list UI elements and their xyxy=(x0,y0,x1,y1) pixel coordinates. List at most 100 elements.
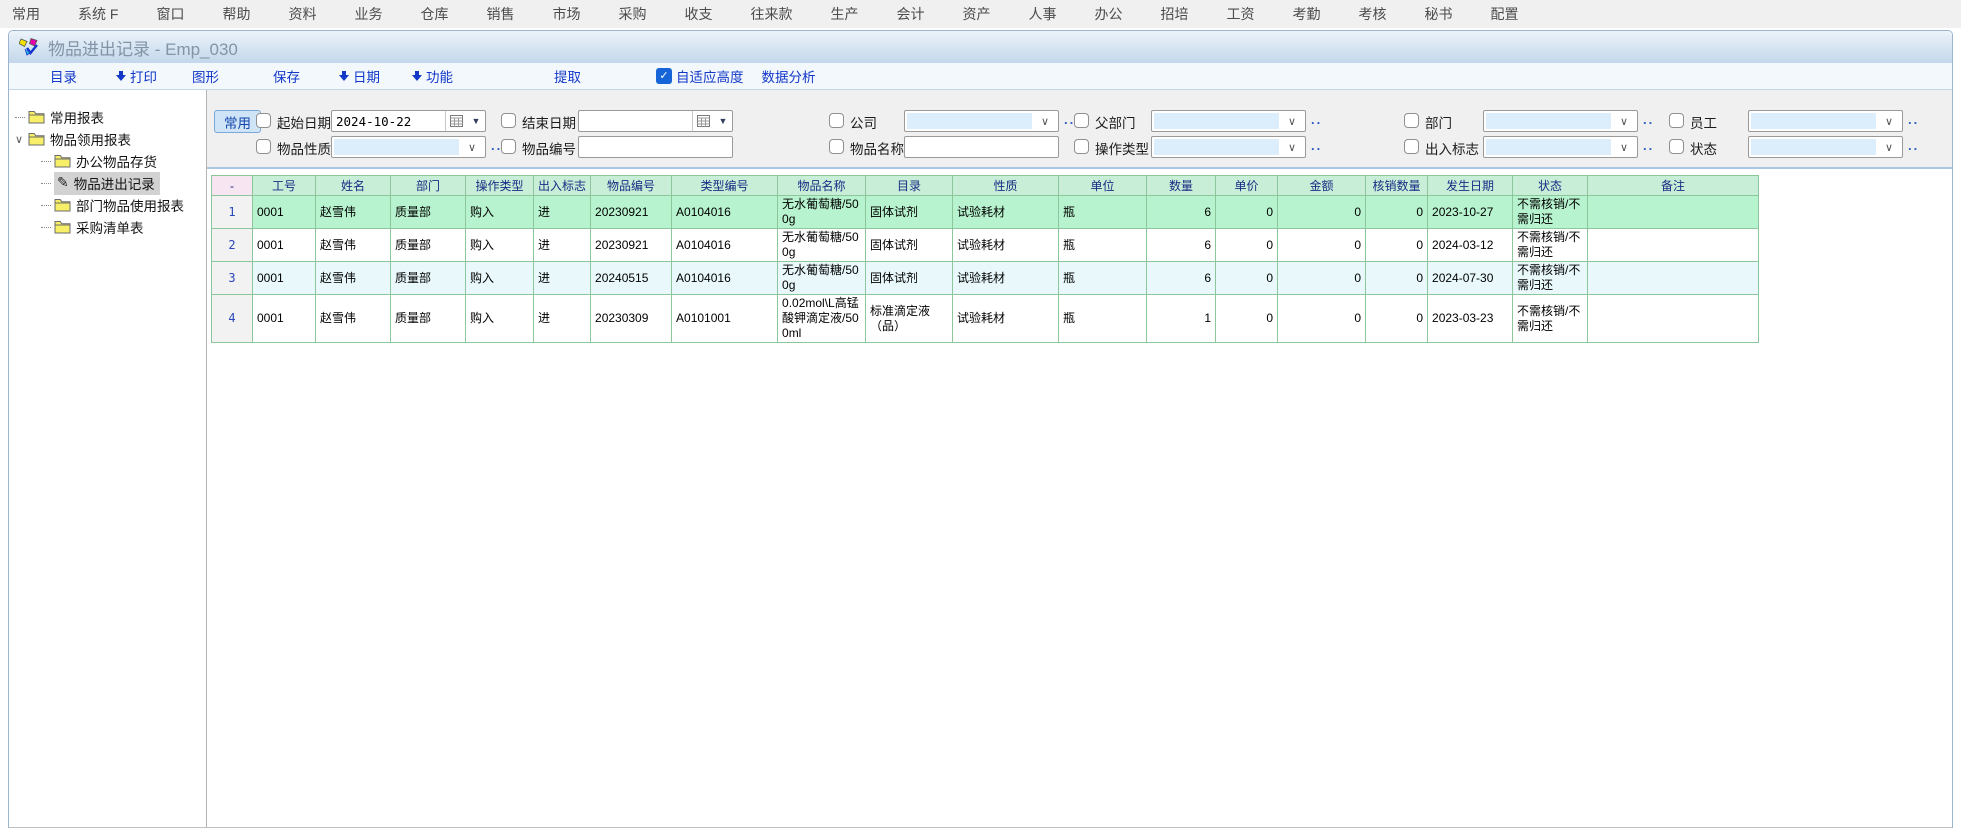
filter-checkbox-operation-type[interactable] xyxy=(1074,139,1089,154)
filter-operation-type-select[interactable]: ∨ xyxy=(1151,136,1306,158)
filter-item-name-text[interactable] xyxy=(905,137,1058,157)
chevron-down-icon[interactable]: ∨ xyxy=(1611,111,1637,131)
table-cell[interactable]: 试验耗材 xyxy=(953,262,1059,295)
table-cell[interactable]: 20230921 xyxy=(591,229,672,262)
toolbar-save-button[interactable]: 保存 xyxy=(273,66,300,86)
tree-item-1[interactable]: ∨物品领用报表 xyxy=(9,128,206,150)
filter-end-date-text[interactable] xyxy=(579,111,692,131)
menu-item-18[interactable]: 工资 xyxy=(1226,4,1254,24)
column-header-15[interactable]: 核销数量 xyxy=(1366,176,1428,196)
table-cell[interactable]: 0 xyxy=(1278,295,1366,343)
row-number-cell[interactable]: 2 xyxy=(212,229,253,262)
filter-item-code-text[interactable] xyxy=(579,137,732,157)
table-cell[interactable] xyxy=(1588,262,1759,295)
table-cell[interactable]: 购入 xyxy=(466,262,534,295)
table-cell[interactable]: 购入 xyxy=(466,196,534,229)
tree-item-3[interactable]: ✎物品进出记录 xyxy=(9,172,206,194)
table-cell[interactable] xyxy=(1588,295,1759,343)
toolbar-print-button[interactable]: 打印 xyxy=(115,66,157,86)
filter-checkbox-item-code[interactable] xyxy=(501,139,516,154)
tree-item-0[interactable]: 常用报表 xyxy=(9,106,206,128)
table-cell[interactable]: 2023-03-23 xyxy=(1428,295,1513,343)
table-cell[interactable]: 0 xyxy=(1366,295,1428,343)
filter-item-name-input[interactable] xyxy=(904,136,1059,158)
table-cell[interactable]: 0 xyxy=(1278,229,1366,262)
table-cell[interactable]: 不需核销/不需归还 xyxy=(1513,229,1588,262)
table-cell[interactable]: 0001 xyxy=(253,196,316,229)
table-cell[interactable]: 试验耗材 xyxy=(953,196,1059,229)
table-cell[interactable]: 无水葡萄糖/500g xyxy=(778,196,866,229)
table-cell[interactable]: 2024-03-12 xyxy=(1428,229,1513,262)
table-cell[interactable]: A0101001 xyxy=(672,295,778,343)
tree-item-selected[interactable]: ✎物品进出记录 xyxy=(54,172,160,195)
table-cell[interactable]: 质量部 xyxy=(391,196,466,229)
table-cell[interactable]: 试验耗材 xyxy=(953,229,1059,262)
table-cell[interactable]: 质量部 xyxy=(391,229,466,262)
column-header-10[interactable]: 性质 xyxy=(953,176,1059,196)
menu-item-11[interactable]: 往来款 xyxy=(750,4,792,24)
column-header-11[interactable]: 单位 xyxy=(1059,176,1147,196)
filter-start-date-text[interactable] xyxy=(332,111,445,131)
table-cell[interactable]: 进 xyxy=(534,295,591,343)
table-cell[interactable]: 固体试剂 xyxy=(866,196,953,229)
common-button[interactable]: 常用 xyxy=(214,110,261,133)
table-cell[interactable]: A0104016 xyxy=(672,262,778,295)
menu-item-14[interactable]: 资产 xyxy=(962,4,990,24)
chevron-down-icon[interactable]: ∨ xyxy=(459,137,485,157)
tree-item-5[interactable]: 采购清单表 xyxy=(9,216,206,238)
toolbar-catalog-button[interactable]: 目录 xyxy=(50,66,77,86)
table-cell[interactable]: 瓶 xyxy=(1059,262,1147,295)
table-cell[interactable]: 0001 xyxy=(253,262,316,295)
column-header-7[interactable]: 类型编号 xyxy=(672,176,778,196)
table-cell[interactable]: 质量部 xyxy=(391,295,466,343)
table-cell[interactable]: 无水葡萄糖/500g xyxy=(778,262,866,295)
table-cell[interactable]: 标准滴定液（品） xyxy=(866,295,953,343)
toolbar-function-button[interactable]: 功能 xyxy=(411,66,453,86)
table-cell[interactable]: 0 xyxy=(1216,196,1278,229)
calendar-icon[interactable] xyxy=(445,111,467,131)
filter-start-date-input[interactable]: ▼ xyxy=(331,110,486,132)
menu-item-12[interactable]: 生产 xyxy=(830,4,858,24)
table-cell[interactable]: A0104016 xyxy=(672,229,778,262)
table-cell[interactable]: 不需核销/不需归还 xyxy=(1513,196,1588,229)
filter-item-nature-select[interactable]: ∨ xyxy=(331,136,486,158)
table-cell[interactable]: 0 xyxy=(1216,229,1278,262)
table-cell[interactable]: 1 xyxy=(1147,295,1216,343)
row-number-cell[interactable]: 3 xyxy=(212,262,253,295)
table-cell[interactable]: 试验耗材 xyxy=(953,295,1059,343)
table-cell[interactable]: 0001 xyxy=(253,229,316,262)
chevron-down-icon[interactable]: ∨ xyxy=(15,133,28,146)
chevron-down-icon[interactable]: ∨ xyxy=(1611,137,1637,157)
table-cell[interactable]: 赵雪伟 xyxy=(316,295,391,343)
table-cell[interactable]: 不需核销/不需归还 xyxy=(1513,295,1588,343)
table-cell[interactable]: 0 xyxy=(1366,262,1428,295)
table-cell[interactable]: 进 xyxy=(534,262,591,295)
calendar-icon[interactable] xyxy=(692,111,714,131)
chevron-down-icon[interactable]: ∨ xyxy=(1279,111,1305,131)
chevron-down-icon[interactable]: ∨ xyxy=(1876,137,1902,157)
table-cell[interactable]: 0 xyxy=(1278,262,1366,295)
filter-employee-select[interactable]: ∨ xyxy=(1748,110,1903,132)
chevron-down-icon[interactable]: ∨ xyxy=(1876,111,1902,131)
table-cell[interactable]: 赵雪伟 xyxy=(316,229,391,262)
column-header-8[interactable]: 物品名称 xyxy=(778,176,866,196)
table-cell[interactable]: 购入 xyxy=(466,295,534,343)
menu-item-6[interactable]: 仓库 xyxy=(420,4,448,24)
row-number-cell[interactable]: 1 xyxy=(212,196,253,229)
table-cell[interactable]: 6 xyxy=(1147,229,1216,262)
menu-item-4[interactable]: 资料 xyxy=(288,4,316,24)
column-header-5[interactable]: 出入标志 xyxy=(534,176,591,196)
menu-item-7[interactable]: 销售 xyxy=(486,4,514,24)
table-cell[interactable]: 固体试剂 xyxy=(866,229,953,262)
menu-item-20[interactable]: 考核 xyxy=(1358,4,1386,24)
column-header-14[interactable]: 金额 xyxy=(1278,176,1366,196)
table-cell[interactable]: 20230921 xyxy=(591,196,672,229)
tree-item-4[interactable]: 部门物品使用报表 xyxy=(9,194,206,216)
table-cell[interactable]: 不需核销/不需归还 xyxy=(1513,262,1588,295)
menu-item-1[interactable]: 系统 F xyxy=(78,4,118,24)
table-cell[interactable]: 0 xyxy=(1216,262,1278,295)
column-header-9[interactable]: 目录 xyxy=(866,176,953,196)
column-header-2[interactable]: 姓名 xyxy=(316,176,391,196)
filter-checkbox-item-name[interactable] xyxy=(829,139,844,154)
filter-checkbox-start-date[interactable] xyxy=(256,113,271,128)
